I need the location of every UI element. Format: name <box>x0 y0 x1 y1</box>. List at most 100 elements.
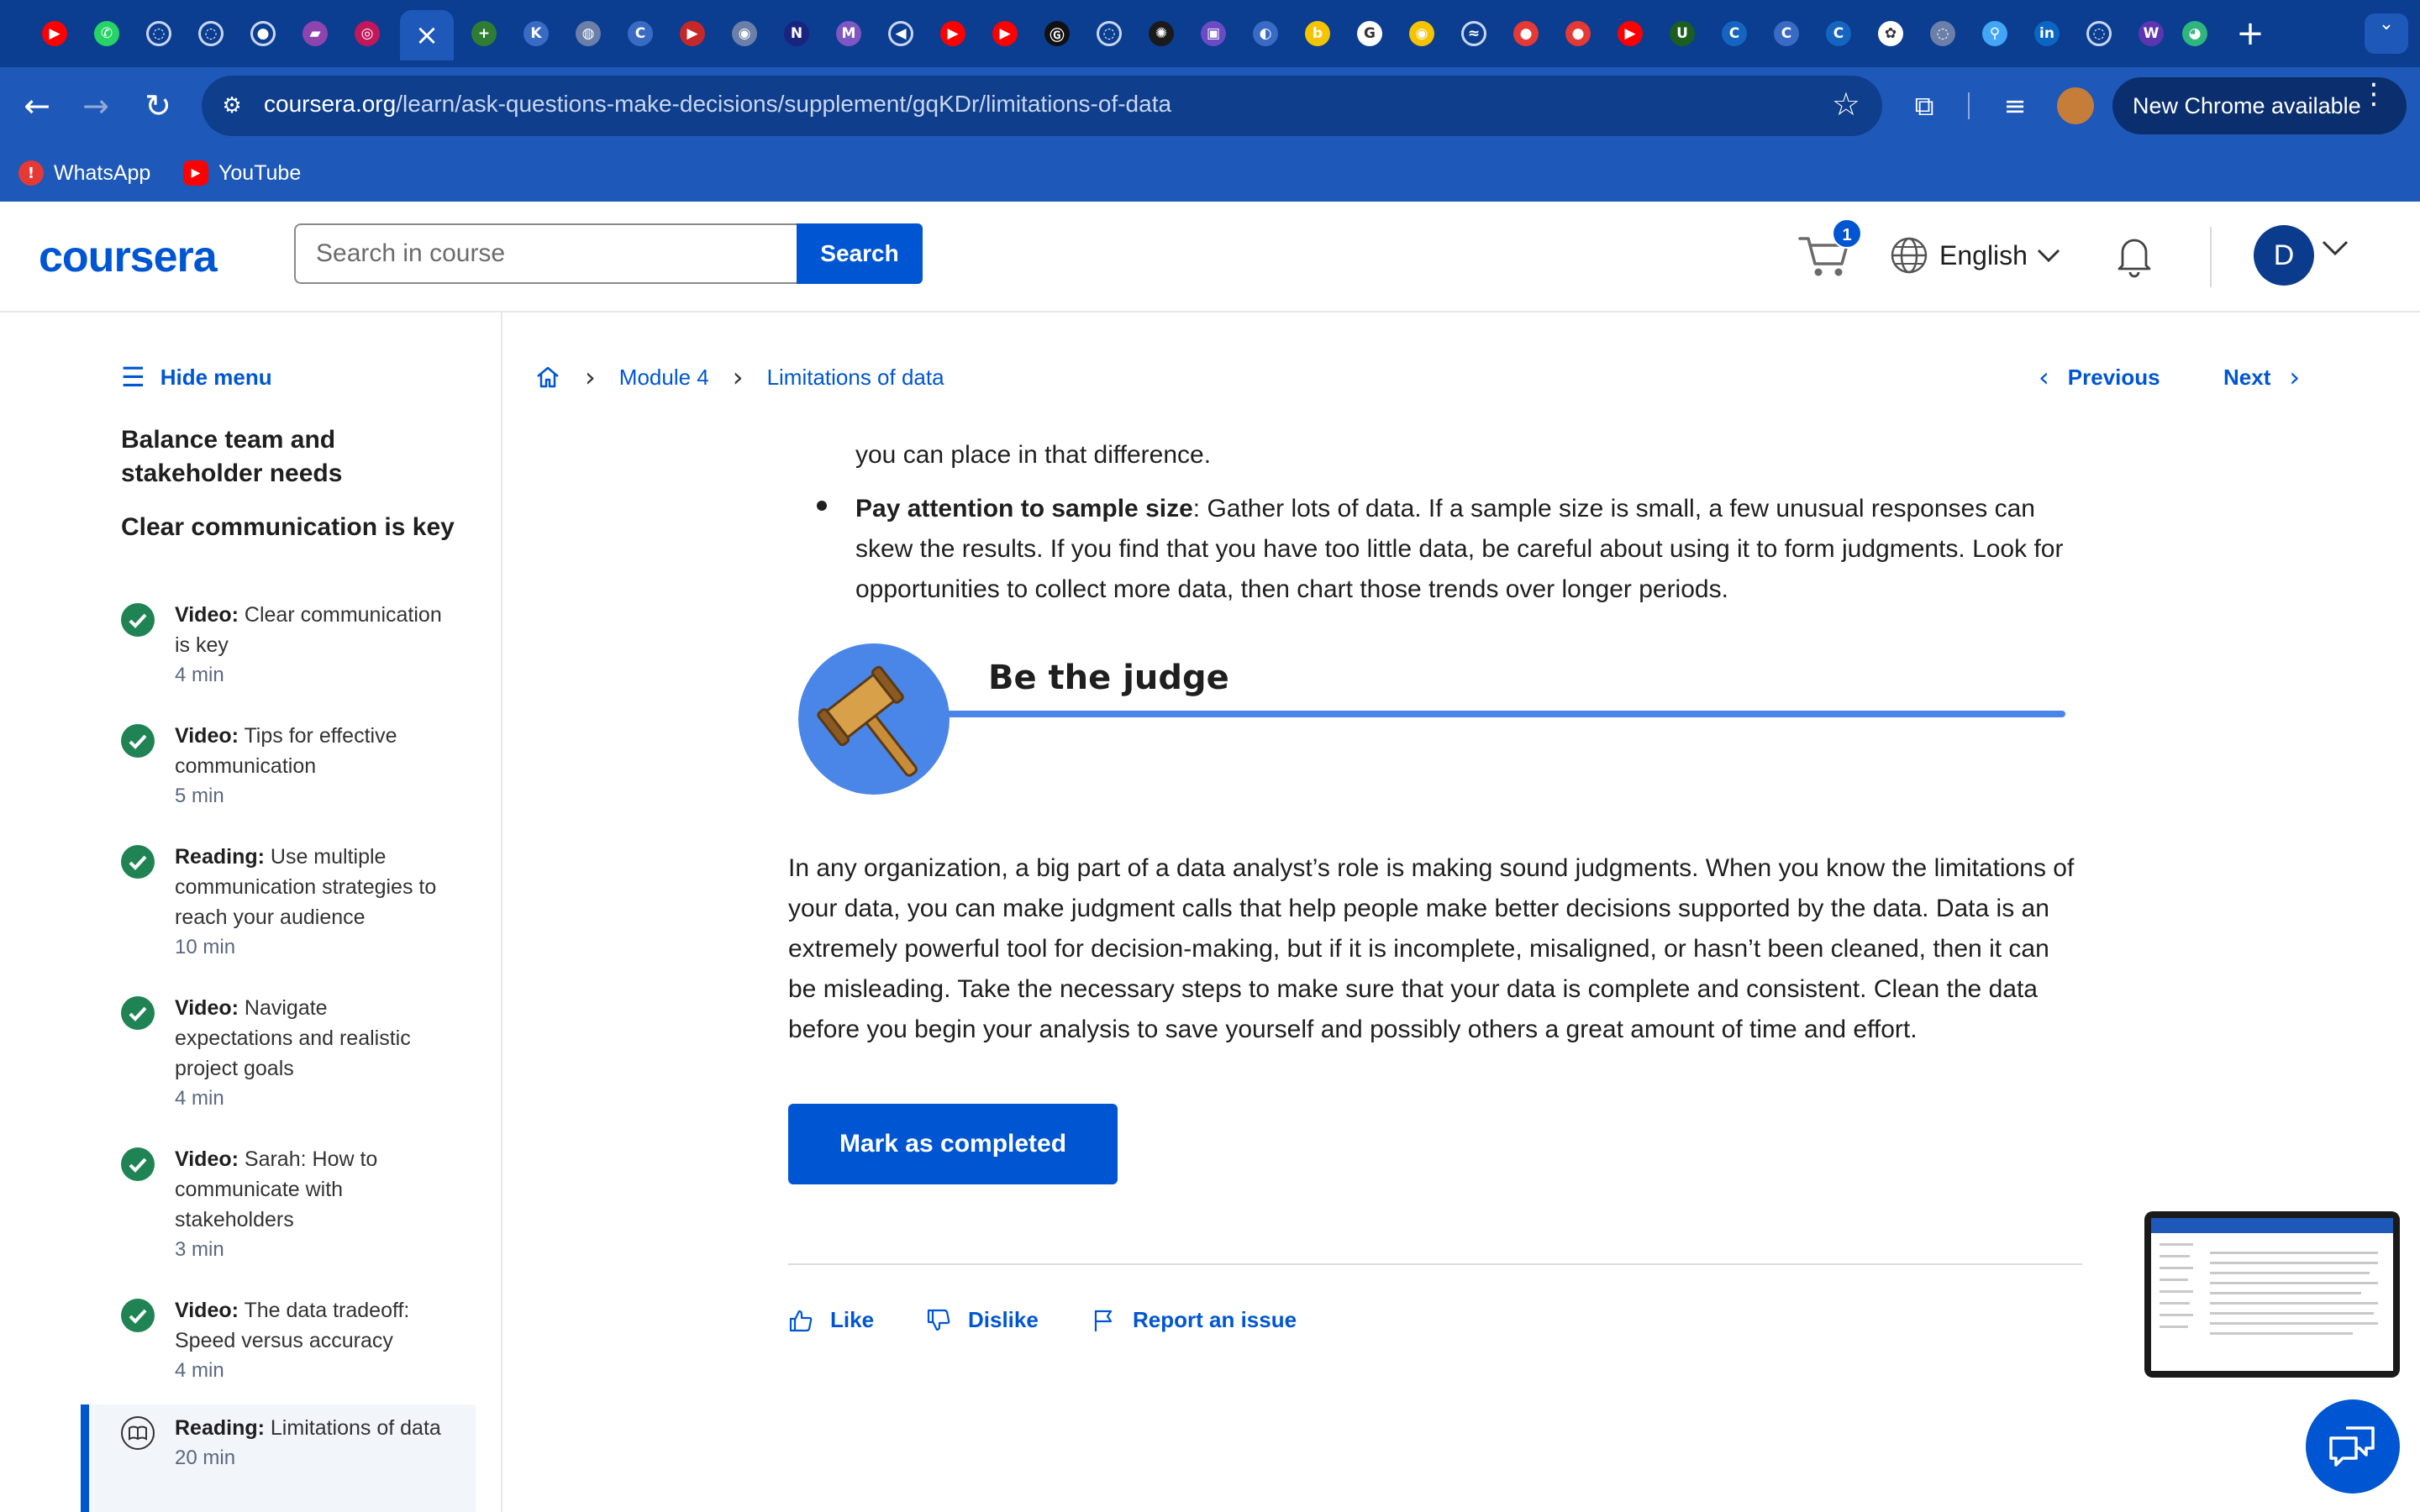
site-info-icon[interactable]: ⚙ <box>217 91 247 121</box>
browser-tab[interactable]: ◌ <box>1089 13 1129 54</box>
browser-tab[interactable]: Ⓖ <box>1037 13 1077 54</box>
sidebar-item[interactable]: Video: Clear communication is key 4 min <box>121 600 449 692</box>
user-menu-chevron-icon[interactable] <box>2321 239 2349 257</box>
thumbs-up-icon <box>789 1310 813 1331</box>
report-issue-button[interactable]: Report an issue <box>1091 1307 1297 1333</box>
sidebar-item[interactable]: Video: Sarah: How to communicate with st… <box>121 1144 449 1265</box>
browser-tab[interactable]: ✿ <box>1870 13 1911 54</box>
bookmark-whatsapp[interactable]: ! WhatsApp <box>18 158 150 188</box>
browser-tab[interactable]: ▣ <box>1193 13 1234 54</box>
browser-tab[interactable]: ≈ <box>1454 13 1494 54</box>
breadcrumb-page[interactable]: Limitations of data <box>767 365 944 391</box>
browser-tab[interactable]: ◉ <box>1402 13 1442 54</box>
browser-tab[interactable]: G <box>1349 13 1390 54</box>
browser-tab[interactable]: ▶ <box>1610 13 1650 54</box>
new-tab-button[interactable]: + <box>2232 15 2269 52</box>
browser-tab[interactable]: C <box>1818 13 1859 54</box>
url-text[interactable]: coursera.org/learn/ask-questions-make-de… <box>264 91 1171 118</box>
browser-tab[interactable]: in <box>2027 13 2067 54</box>
browser-tab[interactable]: ◐ <box>1245 13 1286 54</box>
reload-button[interactable]: ↻ <box>138 86 178 126</box>
browser-tab[interactable]: ✆ <box>87 13 127 54</box>
sidebar-item[interactable]: Reading: Use multiple communication stra… <box>121 842 449 963</box>
bookmark-star-icon[interactable]: ☆ <box>1832 86 1860 123</box>
browser-tab[interactable]: ◕ <box>2175 13 2215 54</box>
browser-tab[interactable]: K <box>516 13 556 54</box>
breadcrumb-module[interactable]: Module 4 <box>619 365 709 391</box>
browser-tab[interactable]: ◌ <box>191 13 231 54</box>
browser-tab[interactable]: ◀ <box>881 13 921 54</box>
browser-tab[interactable]: ◌ <box>2079 13 2119 54</box>
browser-tab[interactable]: M <box>829 13 869 54</box>
forward-button[interactable]: → <box>76 86 116 126</box>
browser-tab[interactable]: ▰ <box>295 13 335 54</box>
browser-tab[interactable]: N <box>776 13 817 54</box>
app-icon: ● <box>1565 21 1591 46</box>
browser-tab[interactable]: b <box>1297 13 1338 54</box>
app-icon: N <box>784 21 809 46</box>
browser-tab[interactable]: ◌ <box>1923 13 1963 54</box>
search-input[interactable] <box>294 223 798 284</box>
coursera-logo[interactable]: coursera <box>39 232 218 282</box>
mark-as-completed-button[interactable]: Mark as completed <box>788 1104 1118 1184</box>
browser-tab[interactable]: ◍ <box>568 13 608 54</box>
youtube-icon: ▶ <box>1618 21 1643 46</box>
browser-tab[interactable]: U <box>1662 13 1702 54</box>
thumbs-down-icon <box>927 1309 950 1331</box>
media-controls-icon[interactable]: ≡ <box>1995 86 2035 126</box>
browser-tab[interactable]: ▶ <box>985 13 1025 54</box>
browser-tab[interactable]: ▶ <box>933 13 973 54</box>
continued-paragraph: you can place in that difference. <box>855 441 1212 469</box>
like-button[interactable]: Like <box>788 1307 874 1333</box>
browser-tab[interactable]: C <box>620 13 660 54</box>
address-bar[interactable]: ⚙ coursera.org/learn/ask-questions-make-… <box>202 76 1882 136</box>
video-icon: ▣ <box>1201 21 1226 46</box>
browser-tab[interactable]: ▶ <box>34 13 75 54</box>
hide-menu-button[interactable]: ☰ Hide menu <box>121 361 272 393</box>
sidebar-item[interactable]: Video: The data tradeoff: Speed versus a… <box>121 1295 449 1388</box>
browser-tab[interactable]: ◉ <box>724 13 765 54</box>
bookmark-youtube[interactable]: ▶ YouTube <box>183 158 301 188</box>
header-divider <box>2210 227 2212 287</box>
browser-tab[interactable]: + <box>464 13 504 54</box>
browser-tab[interactable]: ◌ <box>139 13 179 54</box>
profile-avatar[interactable] <box>2057 87 2094 124</box>
previous-button[interactable]: ‹ Previous <box>2039 361 2160 393</box>
sidebar-item[interactable]: Video: Tips for effective communication 5… <box>121 721 449 813</box>
browser-tab[interactable]: ✺ <box>1141 13 1181 54</box>
browser-tab[interactable]: C <box>1714 13 1754 54</box>
app-icon: ◉ <box>732 21 757 46</box>
reading-book-icon <box>121 1416 155 1450</box>
browser-tab[interactable]: C <box>1766 13 1807 54</box>
gavel-icon <box>817 665 918 777</box>
user-avatar[interactable]: D <box>2254 225 2314 286</box>
notifications-bell-icon[interactable] <box>2111 232 2158 279</box>
language-selector[interactable]: English <box>1889 235 2061 276</box>
chat-help-button[interactable] <box>2306 1399 2400 1494</box>
browser-tab[interactable]: W <box>2131 13 2171 54</box>
search-button[interactable]: Search <box>797 223 923 284</box>
browser-tab[interactable]: ● <box>243 13 283 54</box>
browser-tab[interactable]: ● <box>1506 13 1546 54</box>
close-icon[interactable]: × <box>415 21 439 50</box>
back-button[interactable]: ← <box>17 86 57 126</box>
next-button[interactable]: Next › <box>2223 361 2300 393</box>
browser-tab[interactable]: ● <box>1558 13 1598 54</box>
section-title[interactable]: Balance team and stakeholder needs <box>121 423 457 491</box>
chevron-down-icon <box>2037 249 2060 263</box>
extensions-icon[interactable]: ⧉ <box>1904 86 1944 126</box>
sidebar-item-current[interactable]: Reading: Limitations of data 20 min <box>81 1404 476 1512</box>
menu-dots-icon[interactable]: ⋮ <box>2360 77 2388 111</box>
globe-icon <box>1891 237 1928 274</box>
browser-tab[interactable]: ▶ <box>672 13 713 54</box>
browser-tab[interactable]: × <box>400 10 454 60</box>
dislike-button[interactable]: Dislike <box>926 1307 1039 1333</box>
home-icon[interactable] <box>534 364 561 391</box>
new-chrome-available-button[interactable]: New Chrome available ⋮ <box>2112 77 2407 134</box>
tab-search-button[interactable]: ⌄ <box>2365 13 2408 54</box>
browser-tab[interactable]: ⚲ <box>1975 13 2015 54</box>
screenshot-thumbnail[interactable] <box>2144 1211 2400 1378</box>
browser-tab[interactable]: ◎ <box>347 13 387 54</box>
sidebar-item[interactable]: Video: Navigate expectations and realist… <box>121 993 449 1114</box>
subsection-title[interactable]: Clear communication is key <box>121 511 457 544</box>
